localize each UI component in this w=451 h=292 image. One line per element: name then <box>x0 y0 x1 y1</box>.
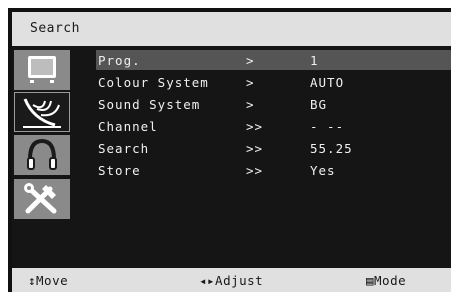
menu-row-colour-system[interactable]: Colour System > AUTO <box>96 72 451 92</box>
menu-row-search[interactable]: Search >> 55.25 <box>96 138 451 158</box>
menu-row-label: Sound System <box>98 97 201 112</box>
menu-row-value: Yes <box>310 163 336 178</box>
menu-row-arrow: >> <box>246 119 264 134</box>
tools-settings-icon <box>24 183 57 214</box>
menu-row-label: Colour System <box>98 75 209 90</box>
hint-bar: ↕Move ◂▸Adjust ▤Mode <box>12 268 451 292</box>
menu-row-arrow: >> <box>246 163 264 178</box>
tv-picture-icon <box>28 56 56 83</box>
menu-row-label: Store <box>98 163 141 178</box>
menu-row-value: 55.25 <box>310 141 353 156</box>
title-bar: Search <box>12 12 451 46</box>
sidebar-tab-channel[interactable] <box>14 92 70 132</box>
menu-row-label: Search <box>98 141 150 156</box>
sidebar-tab-sound[interactable] <box>14 135 70 175</box>
move-hint: ↕Move <box>28 273 69 288</box>
menu-row-arrow: >> <box>246 141 264 156</box>
menu-row-store[interactable]: Store >> Yes <box>96 160 451 180</box>
mode-hint: ▤Mode <box>366 273 407 288</box>
menu-row-arrow: > <box>246 53 255 68</box>
headphones-audio-icon <box>27 138 57 170</box>
osd-menu-window: Search Prog. > 1 Colour System > AUTO So… <box>8 8 451 292</box>
menu-row-prog[interactable]: Prog. > 1 <box>96 50 451 70</box>
menu-row-value: 1 <box>310 53 319 68</box>
menu-row-label: Prog. <box>98 53 141 68</box>
satellite-antenna-icon <box>23 98 61 128</box>
menu-row-channel[interactable]: Channel >> - -- <box>96 116 451 136</box>
adjust-hint: ◂▸Adjust <box>199 273 264 288</box>
menu-row-label: Channel <box>98 119 158 134</box>
menu-row-value: AUTO <box>310 75 345 90</box>
menu-row-arrow: > <box>246 97 255 112</box>
menu-content: Prog. > 1 Colour System > AUTO Sound Sys… <box>12 46 451 268</box>
menu-row-arrow: > <box>246 75 255 90</box>
menu-row-value: - -- <box>310 119 345 134</box>
sidebar-tab-picture[interactable] <box>14 50 70 90</box>
menu-row-value: BG <box>310 97 328 112</box>
page-title: Search <box>30 21 80 36</box>
menu-row-sound-system[interactable]: Sound System > BG <box>96 94 451 114</box>
sidebar-tab-setup[interactable] <box>14 179 70 219</box>
